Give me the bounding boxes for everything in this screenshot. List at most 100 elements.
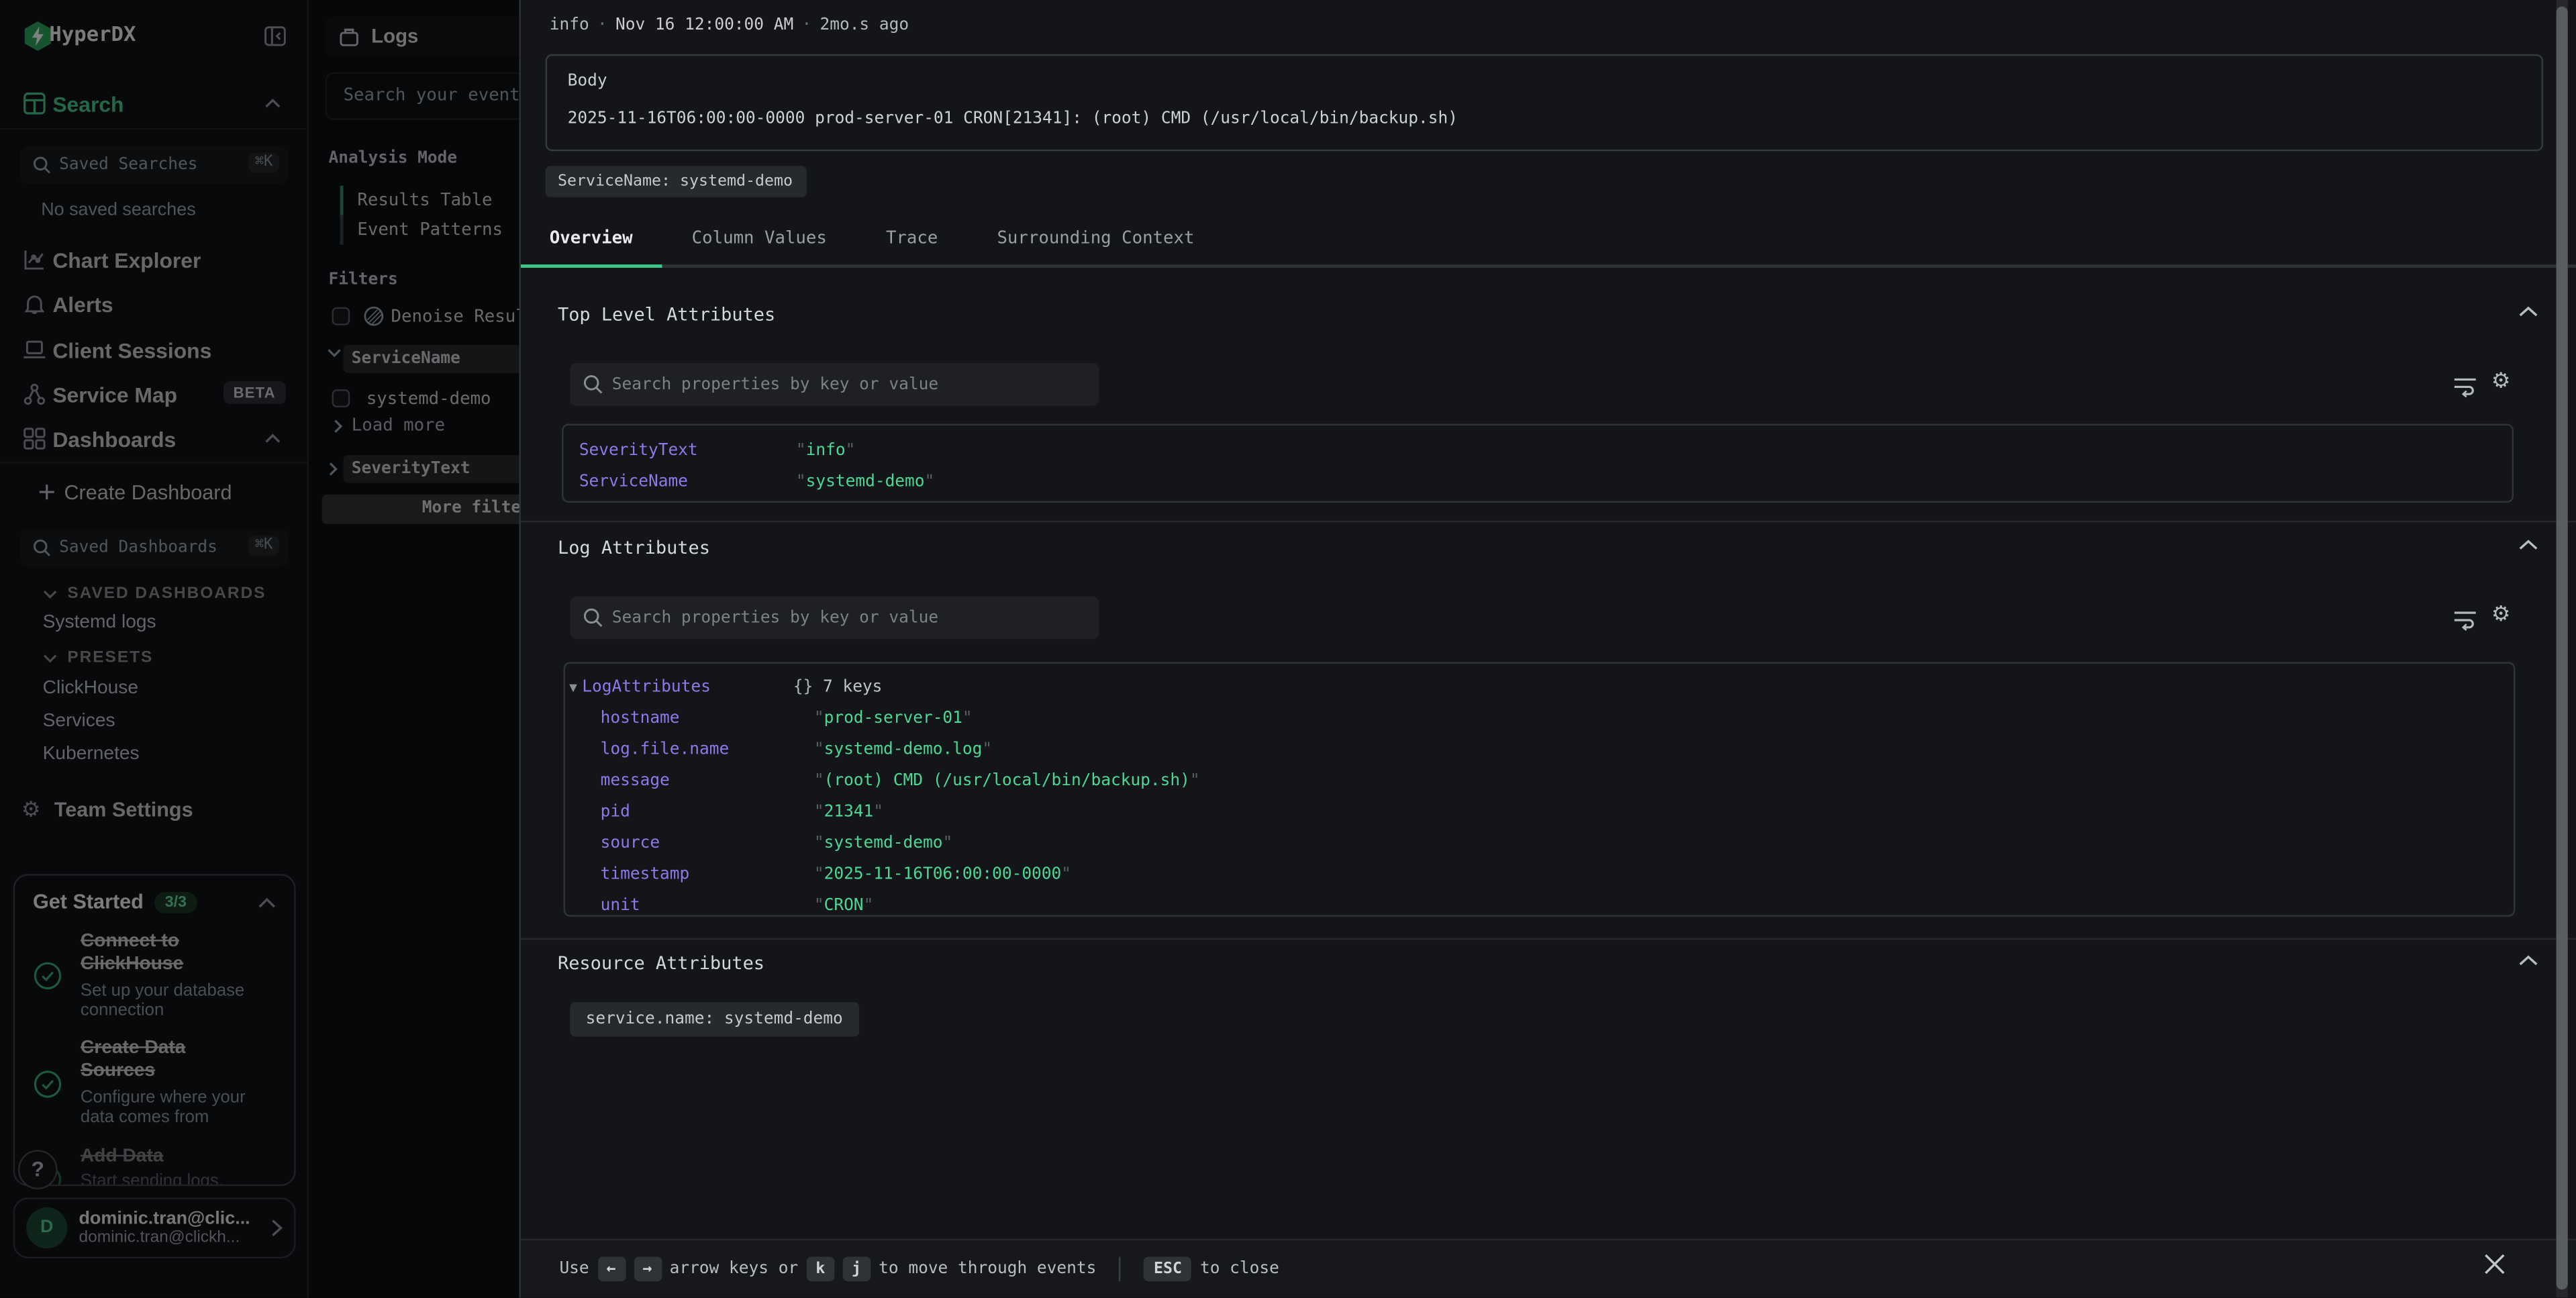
quote: " (982, 741, 992, 759)
tab-surrounding-context[interactable]: Surrounding Context (967, 213, 1224, 268)
left-arrow-key: ← (597, 1256, 626, 1281)
hint-text: to close (1200, 1260, 1279, 1278)
attr-key: SeverityText (579, 442, 796, 460)
quote: " (796, 473, 806, 491)
hint-text: Use (559, 1260, 589, 1278)
scrollbar-thumb[interactable] (2557, 7, 2568, 1290)
quote: " (942, 834, 952, 852)
wrap-lines-icon[interactable] (2452, 609, 2477, 631)
chevron-up-icon[interactable] (2518, 954, 2537, 966)
quote: " (814, 709, 824, 728)
log-attributes-search[interactable] (569, 597, 1098, 640)
attr-key: message (601, 772, 814, 790)
triangle-collapse-icon[interactable]: ▼ (569, 680, 582, 695)
body-label: Body (568, 72, 607, 91)
keyboard-hints-bar: Use ← → arrow keys or k j to move throug… (520, 1239, 2576, 1298)
top-level-search-input[interactable] (612, 363, 1085, 406)
tab-label: Trace (886, 228, 938, 248)
attr-key: ServiceName (579, 473, 796, 491)
servicename-tag-label: ServiceName: systemd-demo (558, 172, 793, 191)
keys-count: 7 keys (813, 679, 882, 697)
attribute-row[interactable]: source "systemd-demo" (564, 828, 2513, 860)
attr-value: info (806, 442, 846, 460)
log-attributes-table: ▼ LogAttributes {} 7 keys hostname "prod… (562, 662, 2514, 916)
event-header: info·Nov 16 12:00:00 AM·2mo.s ago (550, 16, 909, 34)
servicename-tag[interactable]: ServiceName: systemd-demo (544, 166, 805, 197)
quote: " (962, 709, 973, 728)
attribute-row[interactable]: log.file.name "systemd-demo.log" (564, 734, 2513, 766)
quote: " (814, 803, 824, 821)
tab-label: Surrounding Context (997, 228, 1194, 248)
attribute-tree-root[interactable]: ▼ LogAttributes {} 7 keys (564, 672, 2513, 703)
event-timestamp: Nov 16 12:00:00 AM (615, 16, 793, 34)
section-divider (520, 938, 2576, 940)
top-level-attributes-heading: Top Level Attributes (558, 304, 775, 326)
attr-value: CRON (824, 897, 864, 915)
search-icon (583, 375, 602, 394)
attr-key: LogAttributes (582, 679, 793, 697)
attr-value: systemd-demo (824, 834, 943, 852)
log-attributes-heading: Log Attributes (558, 537, 710, 558)
attribute-row[interactable]: timestamp "2025-11-16T06:00:00-0000" (564, 859, 2513, 891)
hint-text: arrow keys or (670, 1260, 799, 1278)
quote: " (796, 442, 806, 460)
separator-dot: · (793, 16, 820, 34)
attribute-row[interactable]: SeverityText "info" (562, 436, 2511, 467)
gear-icon[interactable]: ⚙ (2491, 603, 2511, 628)
quote: " (864, 897, 874, 915)
attribute-row[interactable]: unit "CRON" (564, 891, 2513, 922)
quote: " (814, 834, 824, 852)
quote: " (814, 897, 824, 915)
attribute-row[interactable]: message "(root) CMD (/usr/local/bin/back… (564, 766, 2513, 797)
tab-overview[interactable]: Overview (520, 213, 662, 268)
resource-tag-label: service.name: systemd-demo (586, 1010, 843, 1028)
attr-key: hostname (601, 709, 814, 728)
wrap-lines-icon[interactable] (2452, 377, 2477, 398)
tab-column-values[interactable]: Column Values (662, 213, 856, 268)
quote: " (814, 866, 824, 884)
quote: " (814, 772, 824, 790)
log-attributes-search-input[interactable] (612, 597, 1085, 640)
quote: " (814, 741, 824, 759)
top-level-attributes-table: SeverityText "info" ServiceName "systemd… (561, 424, 2513, 503)
attr-key: unit (601, 897, 814, 915)
body-log-line: 2025-11-16T06:00:00-0000 prod-server-01 … (568, 110, 1458, 128)
section-divider (520, 521, 2576, 522)
detail-tabs: Overview Column Values Trace Surrounding… (520, 213, 2576, 268)
attr-value: 21341 (824, 803, 874, 821)
k-key: k (806, 1256, 834, 1281)
attr-key: timestamp (601, 866, 814, 884)
body-box: Body 2025-11-16T06:00:00-0000 prod-serve… (544, 54, 2542, 151)
attr-value: systemd-demo (806, 473, 925, 491)
quote: " (925, 473, 935, 491)
severity-text: info (550, 16, 589, 34)
quote: " (846, 442, 856, 460)
right-arrow-key: → (634, 1256, 662, 1281)
attribute-row[interactable]: ServiceName "systemd-demo" (562, 466, 2511, 498)
tab-trace[interactable]: Trace (856, 213, 967, 268)
app-root: HyperDX Search Saved Searches ⌘K No save… (0, 0, 2576, 1298)
braces-icon: {} (793, 679, 813, 697)
attr-value: systemd-demo.log (824, 741, 983, 759)
resource-attributes-heading: Resource Attributes (558, 953, 764, 975)
chevron-up-icon[interactable] (2518, 539, 2537, 550)
attribute-row[interactable]: pid "21341" (564, 797, 2513, 828)
tab-label: Overview (550, 228, 633, 248)
resource-tag[interactable]: service.name: systemd-demo (569, 1002, 859, 1036)
attr-key: log.file.name (601, 741, 814, 759)
quote: " (1190, 772, 1200, 790)
attr-value: 2025-11-16T06:00:00-0000 (824, 866, 1062, 884)
top-level-search[interactable] (569, 363, 1098, 406)
attr-key: source (601, 834, 814, 852)
quote: " (1061, 866, 1071, 884)
chevron-up-icon[interactable] (2518, 305, 2537, 317)
attr-value: prod-server-01 (824, 709, 962, 728)
esc-key: ESC (1144, 1256, 1191, 1281)
attribute-row[interactable]: hostname "prod-server-01" (564, 703, 2513, 735)
gear-icon[interactable]: ⚙ (2491, 370, 2511, 395)
separator-dot: · (589, 16, 615, 34)
close-icon[interactable] (2481, 1252, 2506, 1277)
modal-backdrop[interactable] (0, 0, 519, 1298)
hint-text: to move through events (879, 1260, 1096, 1278)
attr-value: (root) CMD (/usr/local/bin/backup.sh) (824, 772, 1190, 790)
